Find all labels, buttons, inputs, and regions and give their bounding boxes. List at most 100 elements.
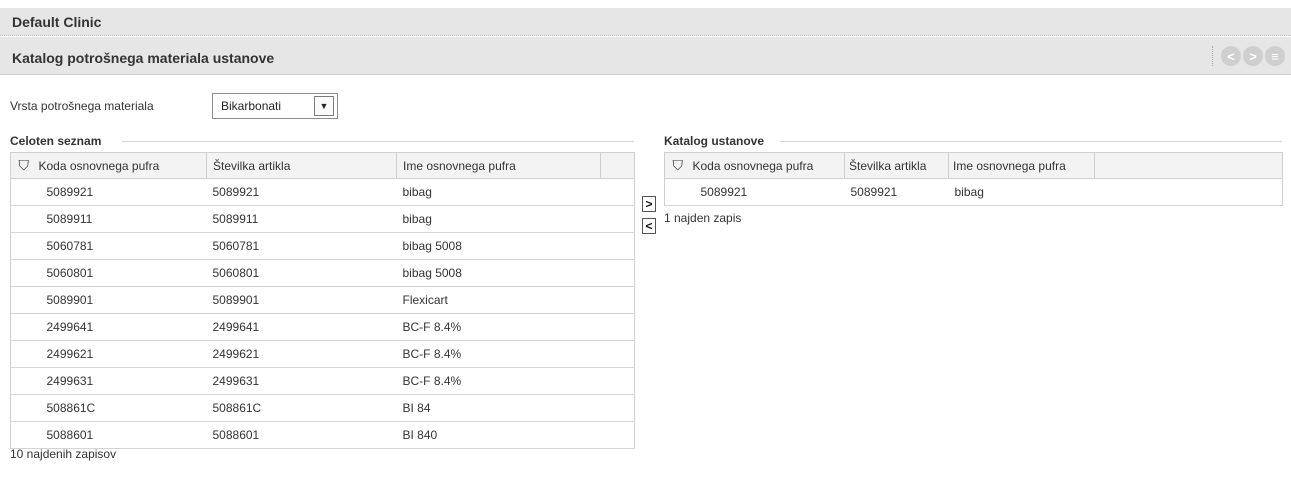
cell-article: 5089921 xyxy=(844,178,949,206)
column-header-spacer xyxy=(1094,152,1283,179)
cell-article: 5089921 xyxy=(206,178,397,206)
cell-code: 2499631 xyxy=(36,367,207,395)
cell-article: 5089911 xyxy=(206,205,397,233)
cell-article: 2499621 xyxy=(206,340,397,368)
nav-buttons: < > ≡ xyxy=(1212,46,1285,66)
cell-code: 5089901 xyxy=(36,286,207,314)
prev-icon[interactable]: < xyxy=(1221,46,1241,66)
table-row[interactable]: 508861C 508861C BI 84 xyxy=(10,394,635,422)
cell-code: 5060781 xyxy=(36,232,207,260)
full-list-table: ⛉ Koda osnovnega pufra Številka artikla … xyxy=(10,152,635,449)
page-title: Katalog potrošnega materiala ustanove xyxy=(12,50,275,66)
row-spacer xyxy=(10,259,37,287)
nav-separator xyxy=(1212,46,1213,66)
material-type-row: Vrsta potrošnega materiala Bikarbonati ▼ xyxy=(10,93,338,119)
column-header-name[interactable]: Ime osnovnega pufra xyxy=(396,152,601,179)
cell-name: BI 84 xyxy=(396,394,601,422)
column-header-article[interactable]: Številka artikla xyxy=(206,152,397,179)
row-spacer xyxy=(600,394,635,422)
table-row[interactable]: 5089921 5089921 bibag xyxy=(664,178,1283,206)
row-spacer xyxy=(1094,178,1283,206)
table-header-row: ⛉ Koda osnovnega pufra Številka artikla … xyxy=(10,152,635,179)
table-row[interactable]: 2499631 2499631 BC-F 8.4% xyxy=(10,367,635,395)
table-row[interactable]: 5089911 5089911 bibag xyxy=(10,205,635,233)
cell-article: 5089901 xyxy=(206,286,397,314)
page-header: Katalog potrošnega materiala ustanove < … xyxy=(0,37,1291,75)
table-row[interactable]: 2499641 2499641 BC-F 8.4% xyxy=(10,313,635,341)
cell-article: 508861C xyxy=(206,394,397,422)
filter-icon[interactable]: ⛉ xyxy=(664,152,691,179)
cell-name: bibag xyxy=(396,205,601,233)
column-header-spacer xyxy=(600,152,635,179)
column-header-article[interactable]: Številka artikla xyxy=(844,152,949,179)
cell-article: 5060801 xyxy=(206,259,397,287)
filter-icon[interactable]: ⛉ xyxy=(10,152,37,179)
full-list-title: Celoten seznam xyxy=(10,134,102,148)
row-spacer xyxy=(600,232,635,260)
next-icon[interactable]: > xyxy=(1243,46,1263,66)
cell-code: 5060801 xyxy=(36,259,207,287)
table-row[interactable]: 5089921 5089921 bibag xyxy=(10,178,635,206)
table-row[interactable]: 5088601 5088601 BI 840 xyxy=(10,421,635,449)
cell-name: BI 840 xyxy=(396,421,601,449)
material-type-select[interactable]: Bikarbonati ▼ xyxy=(212,93,338,119)
row-spacer xyxy=(10,367,37,395)
cell-article: 5088601 xyxy=(206,421,397,449)
menu-icon[interactable]: ≡ xyxy=(1265,46,1285,66)
cell-name: bibag 5008 xyxy=(396,259,601,287)
row-spacer xyxy=(600,367,635,395)
add-to-catalog-button[interactable]: > xyxy=(642,196,656,212)
row-spacer xyxy=(10,394,37,422)
material-type-value: Bikarbonati xyxy=(221,99,282,113)
column-header-code[interactable]: Koda osnovnega pufra xyxy=(36,152,207,179)
cell-code: 5088601 xyxy=(36,421,207,449)
row-spacer xyxy=(10,178,37,206)
table-header-row: ⛉ Koda osnovnega pufra Številka artikla … xyxy=(664,152,1283,179)
row-spacer xyxy=(10,340,37,368)
chevron-down-icon[interactable]: ▼ xyxy=(314,96,334,116)
cell-name: bibag 5008 xyxy=(396,232,601,260)
row-spacer xyxy=(10,205,37,233)
cell-name: Flexicart xyxy=(396,286,601,314)
row-spacer xyxy=(600,259,635,287)
table-row[interactable]: 5089901 5089901 Flexicart xyxy=(10,286,635,314)
cell-code: 5089921 xyxy=(36,178,207,206)
row-spacer xyxy=(600,178,635,206)
clinic-header: Default Clinic xyxy=(0,8,1291,36)
cell-code: 2499641 xyxy=(36,313,207,341)
column-header-name[interactable]: Ime osnovnega pufra xyxy=(948,152,1095,179)
column-header-code[interactable]: Koda osnovnega pufra xyxy=(690,152,845,179)
remove-from-catalog-button[interactable]: < xyxy=(642,218,656,234)
row-spacer xyxy=(10,421,37,449)
row-spacer xyxy=(10,313,37,341)
clinic-title: Default Clinic xyxy=(12,14,102,30)
table-row[interactable]: 5060781 5060781 bibag 5008 xyxy=(10,232,635,260)
institution-catalog-table: ⛉ Koda osnovnega pufra Številka artikla … xyxy=(664,152,1283,206)
row-spacer xyxy=(600,421,635,449)
material-type-label: Vrsta potrošnega materiala xyxy=(10,99,154,113)
cell-name: BC-F 8.4% xyxy=(396,340,601,368)
cell-code: 5089911 xyxy=(36,205,207,233)
cell-name: bibag xyxy=(396,178,601,206)
table-row[interactable]: 2499621 2499621 BC-F 8.4% xyxy=(10,340,635,368)
row-spacer xyxy=(10,232,37,260)
row-spacer xyxy=(600,313,635,341)
row-spacer xyxy=(664,178,691,206)
cell-code: 508861C xyxy=(36,394,207,422)
row-spacer xyxy=(600,205,635,233)
cell-article: 2499641 xyxy=(206,313,397,341)
institution-catalog-count: 1 najden zapis xyxy=(664,211,742,225)
cell-code: 5089921 xyxy=(690,178,845,206)
cell-name: BC-F 8.4% xyxy=(396,313,601,341)
row-spacer xyxy=(600,340,635,368)
institution-catalog-title: Katalog ustanove xyxy=(664,134,765,148)
row-spacer xyxy=(10,286,37,314)
cell-name: bibag xyxy=(948,178,1095,206)
cell-article: 5060781 xyxy=(206,232,397,260)
table-row[interactable]: 5060801 5060801 bibag 5008 xyxy=(10,259,635,287)
cell-article: 2499631 xyxy=(206,367,397,395)
cell-code: 2499621 xyxy=(36,340,207,368)
cell-name: BC-F 8.4% xyxy=(396,367,601,395)
full-list-count: 10 najdenih zapisov xyxy=(10,447,117,461)
row-spacer xyxy=(600,286,635,314)
